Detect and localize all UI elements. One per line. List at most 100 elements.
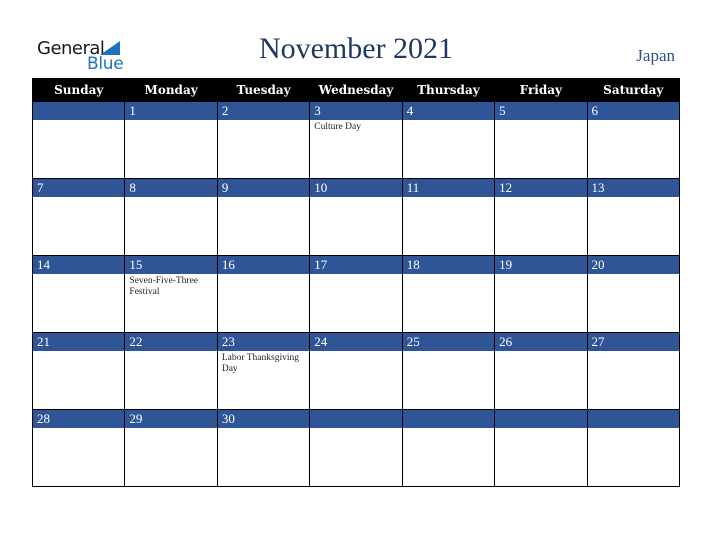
holiday-event	[218, 428, 306, 430]
weekday-header: Friday	[494, 78, 588, 102]
day-number: 24	[310, 333, 402, 351]
holiday-event	[495, 274, 583, 276]
day-cell: 16	[216, 255, 311, 333]
day-cell: 5	[494, 102, 588, 179]
week-row: 28 29 30	[31, 409, 681, 487]
day-cell: 26	[494, 332, 588, 410]
day-number: 10	[310, 179, 402, 197]
day-cell: 21	[31, 332, 126, 410]
calendar-grid: Sunday Monday Tuesday Wednesday Thursday…	[31, 78, 681, 487]
day-number: 4	[402, 102, 495, 120]
holiday-event	[218, 197, 306, 199]
calendar-title: November 2021	[258, 32, 454, 65]
holiday-event	[33, 274, 121, 276]
day-cell	[586, 409, 681, 487]
day-cell: 17	[309, 255, 403, 333]
day-number	[495, 410, 587, 428]
holiday-event	[33, 120, 121, 122]
day-number: 27	[587, 333, 679, 351]
holiday-event	[125, 351, 213, 353]
day-number: 19	[495, 256, 587, 274]
week-row: 1 2 3 Culture Day 4 5 6	[31, 102, 681, 179]
day-number: 12	[495, 179, 587, 197]
day-cell: 19	[494, 255, 588, 333]
day-cell: 12	[494, 178, 588, 256]
holiday-event	[125, 197, 213, 199]
day-number: 23	[217, 333, 310, 351]
day-number: 1	[125, 102, 217, 120]
day-cell: 28	[31, 409, 126, 487]
day-cell: 23 Labor Thanksgiving Day	[216, 332, 311, 410]
day-cell: 13	[586, 178, 681, 256]
country-label: Japan	[636, 46, 675, 65]
day-cell	[309, 409, 403, 487]
day-number: 26	[495, 333, 587, 351]
day-number: 13	[587, 179, 679, 197]
day-number	[587, 410, 679, 428]
day-number: 15	[125, 256, 217, 274]
holiday-event	[310, 428, 398, 430]
day-number: 17	[310, 256, 402, 274]
day-number: 9	[217, 179, 310, 197]
holiday-event	[495, 197, 583, 199]
holiday-event	[403, 274, 491, 276]
day-cell	[494, 409, 588, 487]
holiday-event	[403, 197, 491, 199]
day-number: 6	[587, 102, 679, 120]
day-number: 7	[33, 179, 125, 197]
day-number: 20	[587, 256, 679, 274]
day-number: 22	[125, 333, 217, 351]
day-number: 30	[217, 410, 310, 428]
holiday-event	[588, 197, 676, 199]
holiday-event	[218, 274, 306, 276]
day-cell: 9	[216, 178, 311, 256]
holiday-event: Culture Day	[314, 122, 361, 132]
day-cell: 11	[401, 178, 496, 256]
day-number: 5	[495, 102, 587, 120]
day-cell: 10	[309, 178, 403, 256]
day-number: 16	[217, 256, 310, 274]
day-number: 2	[217, 102, 310, 120]
weekday-header: Saturday	[586, 78, 681, 102]
weekday-header: Wednesday	[309, 78, 403, 102]
holiday-event	[125, 428, 213, 430]
holiday-event	[403, 120, 491, 122]
day-number: 28	[33, 410, 125, 428]
day-cell: 14	[31, 255, 126, 333]
day-number: 3	[310, 102, 402, 120]
day-number: 21	[33, 333, 125, 351]
holiday-event	[218, 120, 306, 122]
day-cell: 15 Seven-Five-Three Festival	[124, 255, 218, 333]
holiday-event	[310, 274, 398, 276]
day-cell: 30	[216, 409, 311, 487]
holiday-event	[310, 197, 398, 199]
holiday-event	[588, 274, 676, 276]
day-cell: 1	[124, 102, 218, 179]
holiday-event	[33, 197, 121, 199]
day-number: 11	[402, 179, 495, 197]
day-cell: 2	[216, 102, 311, 179]
holiday-event	[33, 351, 121, 353]
day-number	[402, 410, 495, 428]
day-cell: 6	[586, 102, 681, 179]
holiday-event	[310, 351, 398, 353]
day-cell: 27	[586, 332, 681, 410]
day-cell: 22	[124, 332, 218, 410]
weekday-header: Thursday	[401, 78, 496, 102]
day-number: 29	[125, 410, 217, 428]
day-cell: 29	[124, 409, 218, 487]
holiday-event	[403, 428, 491, 430]
weekday-header: Sunday	[31, 78, 126, 102]
day-cell: 24	[309, 332, 403, 410]
day-cell: 4	[401, 102, 496, 179]
day-cell: 25	[401, 332, 496, 410]
day-number: 8	[125, 179, 217, 197]
holiday-event	[495, 428, 583, 430]
holiday-event	[125, 120, 213, 122]
holiday-event	[588, 428, 676, 430]
holiday-event	[33, 428, 121, 430]
day-cell: 20	[586, 255, 681, 333]
day-cell	[31, 102, 126, 179]
weekday-header: Tuesday	[216, 78, 311, 102]
weekday-header-row: Sunday Monday Tuesday Wednesday Thursday…	[31, 78, 681, 102]
